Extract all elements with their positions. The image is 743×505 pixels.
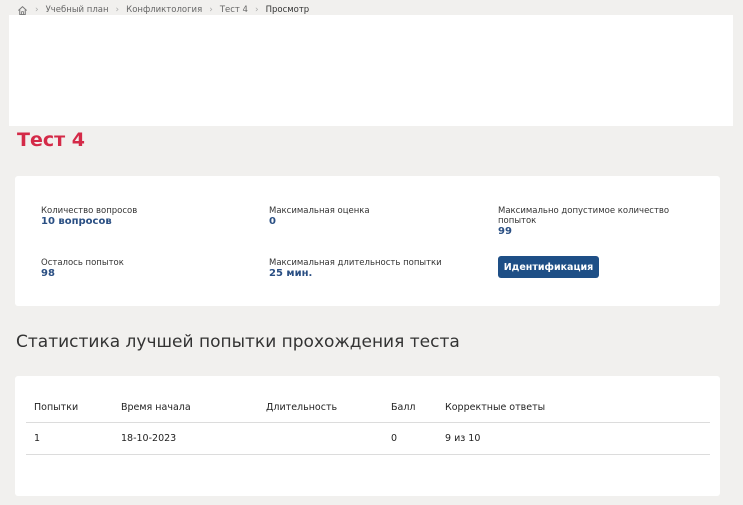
max-duration-value: 25 мин. (269, 268, 313, 279)
max-grade: Максимальная оценка 0 (269, 206, 459, 228)
remaining-attempts-value: 98 (41, 268, 55, 279)
cell-attempt: 1 (26, 422, 113, 455)
identification-button[interactable]: Идентификация (498, 256, 599, 278)
page-title: Тест 4 (17, 129, 85, 151)
table-row: 1 18-10-2023 0 9 из 10 (26, 422, 710, 455)
chevron-right-icon: › (35, 5, 39, 15)
max-attempts-value: 99 (498, 226, 512, 237)
remaining-attempts-label: Осталось попыток (41, 258, 124, 268)
questions-count-label: Количество вопросов (41, 206, 138, 216)
header-banner (9, 15, 733, 126)
max-duration: Максимальная длительность попытки 25 мин… (269, 258, 469, 280)
table-header-row: Попытки Время начала Длительность Балл К… (26, 393, 710, 423)
test-info-card: Количество вопросов 10 вопросов Максимал… (15, 176, 720, 306)
max-grade-label: Максимальная оценка (269, 206, 370, 216)
stats-section-title: Статистика лучшей попытки прохождения те… (16, 332, 460, 352)
breadcrumb-item-current: Просмотр (265, 5, 310, 15)
cell-start-time: 18-10-2023 (113, 422, 258, 455)
stats-table: Попытки Время начала Длительность Балл К… (26, 393, 710, 455)
column-header-score: Балл (383, 393, 437, 423)
questions-count: Количество вопросов 10 вопросов (41, 206, 231, 228)
max-attempts-label: Максимально допустимое количество попыто… (498, 206, 670, 226)
chevron-right-icon: › (209, 5, 213, 15)
column-header-attempts: Попытки (26, 393, 113, 423)
stats-table-card: Попытки Время начала Длительность Балл К… (15, 376, 720, 496)
max-grade-value: 0 (269, 216, 276, 227)
max-duration-label: Максимальная длительность попытки (269, 258, 442, 268)
breadcrumb-item-curriculum[interactable]: Учебный план (46, 5, 109, 15)
column-header-duration: Длительность (258, 393, 383, 423)
remaining-attempts: Осталось попыток 98 (41, 258, 231, 280)
breadcrumb-item-test[interactable]: Тест 4 (220, 5, 248, 15)
cell-score: 0 (383, 422, 437, 455)
max-attempts: Максимально допустимое количество попыто… (498, 206, 678, 238)
questions-count-value: 10 вопросов (41, 216, 112, 227)
breadcrumb-item-course[interactable]: Конфликтология (126, 5, 202, 15)
chevron-right-icon: › (115, 5, 120, 15)
cell-duration (258, 422, 383, 455)
chevron-right-icon: › (254, 5, 259, 15)
cell-correct-answers: 9 из 10 (437, 422, 710, 455)
column-header-start-time: Время начала (113, 393, 258, 423)
home-icon[interactable] (17, 5, 28, 16)
column-header-correct-answers: Корректные ответы (437, 393, 710, 423)
